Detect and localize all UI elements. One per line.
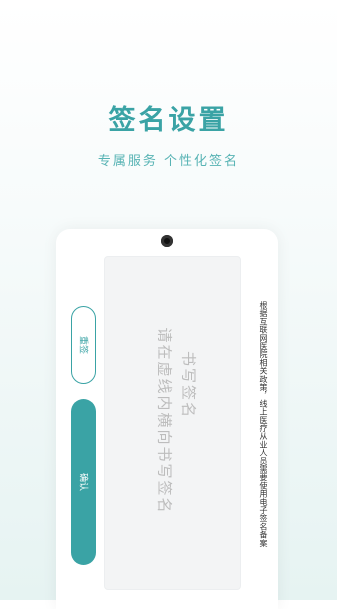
signature-canvas[interactable]: 书写签名 请在虚线内横向书写签名 <box>104 256 241 590</box>
confirm-button[interactable]: 确认 <box>71 399 96 565</box>
phone-mockup: 重签 确认 书写签名 请在虚线内横向书写签名 根据互联网医院相关政策，线上医疗从… <box>56 229 278 609</box>
resign-button[interactable]: 重签 <box>71 306 96 384</box>
page-subtitle: 专属服务 个性化签名 <box>97 154 240 169</box>
signature-pad-hint: 请在虚线内横向书写签名 <box>155 327 174 515</box>
camera-dot-icon <box>161 235 173 247</box>
signature-notice: 根据互联网医院相关政策，线上医疗从业人员需要使用电子签名备案 <box>259 301 268 547</box>
confirm-button-label: 确认 <box>77 472 87 492</box>
resign-button-label: 重签 <box>77 335 87 355</box>
page-title: 签名设置 <box>108 105 229 136</box>
signature-pad-title: 书写签名 <box>179 350 198 420</box>
